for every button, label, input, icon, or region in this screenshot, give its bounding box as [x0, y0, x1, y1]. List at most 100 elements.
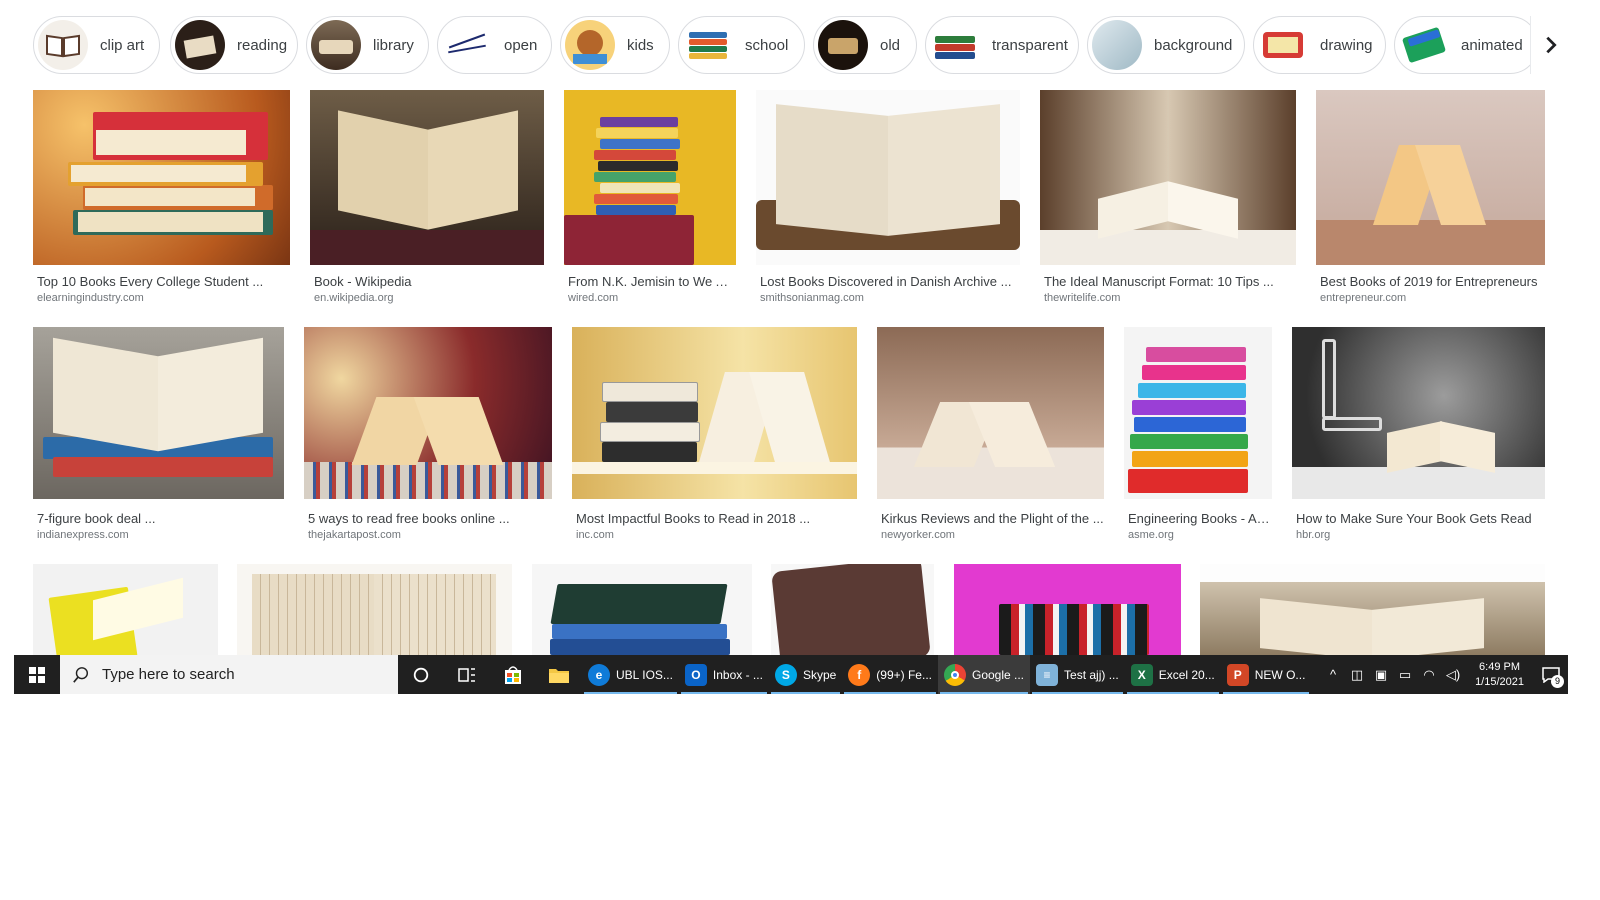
- chip-label: open: [504, 36, 538, 54]
- library-thumbnail: [311, 20, 361, 70]
- result-thumbnail: [1316, 90, 1545, 265]
- search-placeholder: Type here to search: [102, 666, 235, 683]
- result-thumbnail: [1124, 327, 1272, 499]
- result-tile[interactable]: Lost Books Discovered in Danish Archive …: [756, 90, 1020, 310]
- taskbar-app-notepad[interactable]: ≡ Test ajj) ...: [1030, 655, 1125, 694]
- excel-icon: X: [1130, 663, 1153, 686]
- start-button[interactable]: [14, 655, 60, 694]
- notepad-icon: ≡: [1036, 663, 1059, 686]
- taskbar-app-firefox[interactable]: f (99+) Fe...: [842, 655, 938, 694]
- result-site: wired.com: [568, 292, 619, 304]
- chips-next-button[interactable]: [1530, 16, 1570, 74]
- file-explorer-button[interactable]: [536, 655, 582, 694]
- app-label: Skype: [802, 667, 837, 682]
- result-tile[interactable]: [33, 564, 218, 655]
- result-title: Top 10 Books Every College Student ...: [37, 274, 264, 289]
- task-view-button[interactable]: [444, 655, 490, 694]
- result-thumbnail: [1040, 90, 1296, 265]
- chip-label: library: [373, 36, 414, 54]
- chevron-up-icon[interactable]: ^: [1321, 655, 1345, 694]
- chip-school[interactable]: school: [678, 16, 805, 74]
- battery-icon[interactable]: ▭: [1393, 655, 1417, 694]
- result-tile[interactable]: Best Books of 2019 for Entrepreneurs ent…: [1316, 90, 1545, 310]
- result-thumbnail: [1200, 564, 1545, 655]
- camera-icon[interactable]: ▣: [1369, 655, 1393, 694]
- result-thumbnail: [237, 564, 512, 655]
- chip-reading[interactable]: reading: [170, 16, 298, 74]
- old-thumbnail: [818, 20, 868, 70]
- cortana-button[interactable]: [398, 655, 444, 694]
- taskbar-clock[interactable]: 6:49 PM 1/15/2021: [1465, 660, 1534, 690]
- notification-count-badge: 9: [1551, 675, 1564, 688]
- result-thumbnail: [771, 564, 934, 655]
- open-thumbnail: [442, 20, 492, 70]
- taskbar-app-outlook[interactable]: O Inbox - ...: [679, 655, 769, 694]
- action-center-button[interactable]: 9: [1534, 655, 1568, 694]
- result-tile[interactable]: [1200, 564, 1545, 655]
- chip-clip-art[interactable]: clip art: [33, 16, 160, 74]
- chip-animated[interactable]: animated: [1394, 16, 1539, 74]
- result-tile[interactable]: Kirkus Reviews and the Plight of the ...…: [877, 327, 1104, 547]
- result-title: From N.K. Jemisin to We Are...: [568, 274, 736, 289]
- chrome-icon: [943, 663, 966, 686]
- taskbar-app-excel[interactable]: X Excel 20...: [1125, 655, 1221, 694]
- result-tile[interactable]: [237, 564, 512, 655]
- result-site: hbr.org: [1296, 529, 1331, 541]
- result-tile[interactable]: 5 ways to read free books online ... the…: [304, 327, 552, 547]
- result-title: 7-figure book deal ...: [37, 511, 156, 526]
- result-tile[interactable]: [532, 564, 752, 655]
- app-label: Inbox - ...: [712, 667, 763, 682]
- result-thumbnail: [532, 564, 752, 655]
- result-title: 5 ways to read free books online ...: [308, 511, 510, 526]
- result-tile[interactable]: [771, 564, 934, 655]
- result-tile[interactable]: The Ideal Manuscript Format: 10 Tips ...…: [1040, 90, 1296, 310]
- result-tile[interactable]: From N.K. Jemisin to We Are... wired.com: [564, 90, 736, 310]
- result-tile[interactable]: Book - Wikipedia en.wikipedia.org: [310, 90, 544, 310]
- result-tile[interactable]: Engineering Books - AS... asme.org: [1124, 327, 1272, 547]
- chip-open[interactable]: open: [437, 16, 552, 74]
- app-label: Google ...: [971, 667, 1025, 682]
- app-label: Test ajj) ...: [1064, 667, 1119, 682]
- result-site: entrepreneur.com: [1320, 292, 1407, 304]
- meet-now-icon[interactable]: ◫: [1345, 655, 1369, 694]
- task-view-icon: [458, 667, 475, 682]
- taskbar-app-edge[interactable]: e UBL IOS...: [582, 655, 679, 694]
- clock-time: 6:49 PM: [1479, 660, 1521, 673]
- result-tile[interactable]: How to Make Sure Your Book Gets Read hbr…: [1292, 327, 1545, 547]
- chip-background[interactable]: background: [1087, 16, 1245, 74]
- reading-thumbnail: [175, 20, 225, 70]
- chip-kids[interactable]: kids: [560, 16, 670, 74]
- result-site: thewritelife.com: [1044, 292, 1121, 304]
- result-title: Book - Wikipedia: [314, 274, 412, 289]
- drawing-thumbnail: [1258, 20, 1308, 70]
- chip-transparent[interactable]: transparent: [925, 16, 1079, 74]
- transparent-thumbnail: [930, 20, 980, 70]
- result-thumbnail: [33, 327, 284, 499]
- result-tile[interactable]: 7-figure book deal ... indianexpress.com: [33, 327, 284, 547]
- taskbar-app-powerpoint[interactable]: P NEW O...: [1221, 655, 1312, 694]
- taskbar-search-box[interactable]: Type here to search: [60, 655, 398, 694]
- edge-icon: e: [588, 663, 610, 686]
- taskbar-app-chrome[interactable]: Google ...: [937, 655, 1031, 694]
- chip-old[interactable]: old: [813, 16, 917, 74]
- chip-library[interactable]: library: [306, 16, 429, 74]
- wifi-icon[interactable]: ◠: [1417, 655, 1441, 694]
- result-tile[interactable]: Top 10 Books Every College Student ... e…: [33, 90, 290, 310]
- background-thumbnail: [1092, 20, 1142, 70]
- result-site: en.wikipedia.org: [314, 292, 394, 304]
- result-site: asme.org: [1128, 529, 1174, 541]
- result-tile[interactable]: Most Impactful Books to Read in 2018 ...…: [572, 327, 857, 547]
- volume-icon[interactable]: ◁): [1441, 655, 1465, 694]
- result-title: Best Books of 2019 for Entrepreneurs: [1320, 274, 1538, 289]
- result-tile[interactable]: [954, 564, 1181, 655]
- store-button[interactable]: [490, 655, 536, 694]
- result-thumbnail: [33, 564, 218, 655]
- result-title: Lost Books Discovered in Danish Archive …: [760, 274, 1012, 289]
- chip-drawing[interactable]: drawing: [1253, 16, 1386, 74]
- related-searches-chips: clip art reading library open kids schoo…: [33, 16, 1600, 74]
- chip-label: reading: [237, 36, 288, 54]
- skype-icon: S: [774, 663, 797, 686]
- taskbar-app-skype[interactable]: S Skype: [769, 655, 842, 694]
- animated-thumbnail: [1399, 20, 1449, 70]
- result-thumbnail: [877, 327, 1104, 499]
